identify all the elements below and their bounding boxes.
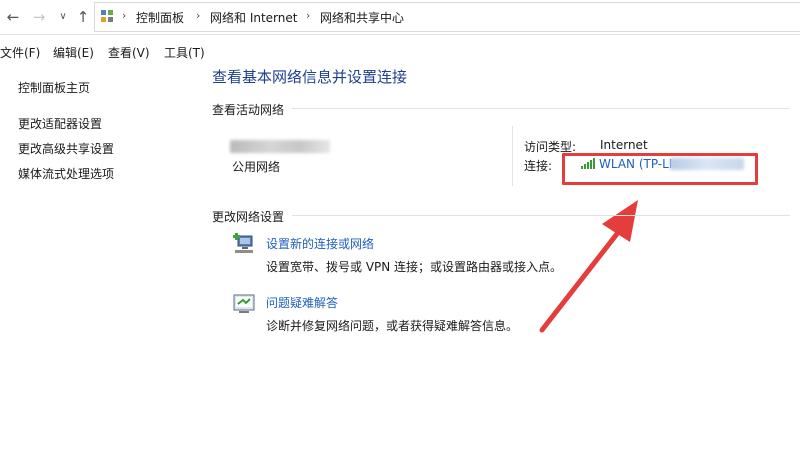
- up-arrow-icon[interactable]: ↑: [74, 8, 92, 26]
- troubleshoot-desc: 诊断并修复网络问题，或者获得疑难解答信息。: [266, 319, 519, 333]
- troubleshoot-icon: [233, 294, 255, 313]
- change-settings-heading: 更改网络设置: [212, 210, 285, 224]
- troubleshoot-link[interactable]: 问题疑难解答: [266, 294, 338, 311]
- breadcrumb-separator: ›: [122, 9, 127, 22]
- active-network-heading: 查看活动网络: [212, 103, 285, 117]
- setup-connection-desc: 设置宽带、拨号或 VPN 连接；或设置路由器或接入点。: [266, 260, 563, 274]
- access-type-value: Internet: [600, 138, 648, 152]
- sidebar-item-media-streaming[interactable]: 媒体流式处理选项: [18, 165, 114, 182]
- breadcrumb-control-panel[interactable]: 控制面板: [136, 9, 184, 26]
- vertical-divider: [512, 126, 513, 186]
- setup-connection-link[interactable]: 设置新的连接或网络: [266, 235, 374, 252]
- back-arrow-icon[interactable]: ←: [4, 8, 22, 26]
- menu-edit[interactable]: 编辑(E): [53, 44, 94, 61]
- menu-view[interactable]: 查看(V): [108, 44, 150, 61]
- divider: [292, 108, 790, 109]
- divider: [292, 215, 790, 216]
- network-name-redacted: [230, 140, 330, 153]
- breadcrumb-network-internet[interactable]: 网络和 Internet: [210, 9, 297, 26]
- forward-arrow-icon[interactable]: →: [30, 8, 48, 26]
- network-type-label[interactable]: 公用网络: [232, 158, 280, 175]
- sidebar-item-advanced-sharing[interactable]: 更改高级共享设置: [18, 140, 114, 157]
- annotation-highlight-box: [562, 153, 758, 185]
- breadcrumb-separator: ›: [196, 9, 201, 22]
- sidebar-item-control-panel-home[interactable]: 控制面板主页: [18, 79, 90, 96]
- sidebar-item-adapter-settings[interactable]: 更改适配器设置: [18, 115, 102, 132]
- breadcrumb-sharing-center[interactable]: 网络和共享中心: [320, 9, 404, 26]
- menu-tools[interactable]: 工具(T): [164, 44, 205, 61]
- breadcrumb-separator: ›: [306, 9, 311, 22]
- control-panel-icon: [101, 10, 113, 22]
- new-connection-icon: [233, 233, 253, 253]
- menu-file[interactable]: 文件(F): [0, 44, 40, 61]
- recent-dropdown-icon[interactable]: ∨: [54, 8, 72, 26]
- page-title: 查看基本网络信息并设置连接: [212, 68, 408, 86]
- connection-label: 连接:: [524, 159, 553, 173]
